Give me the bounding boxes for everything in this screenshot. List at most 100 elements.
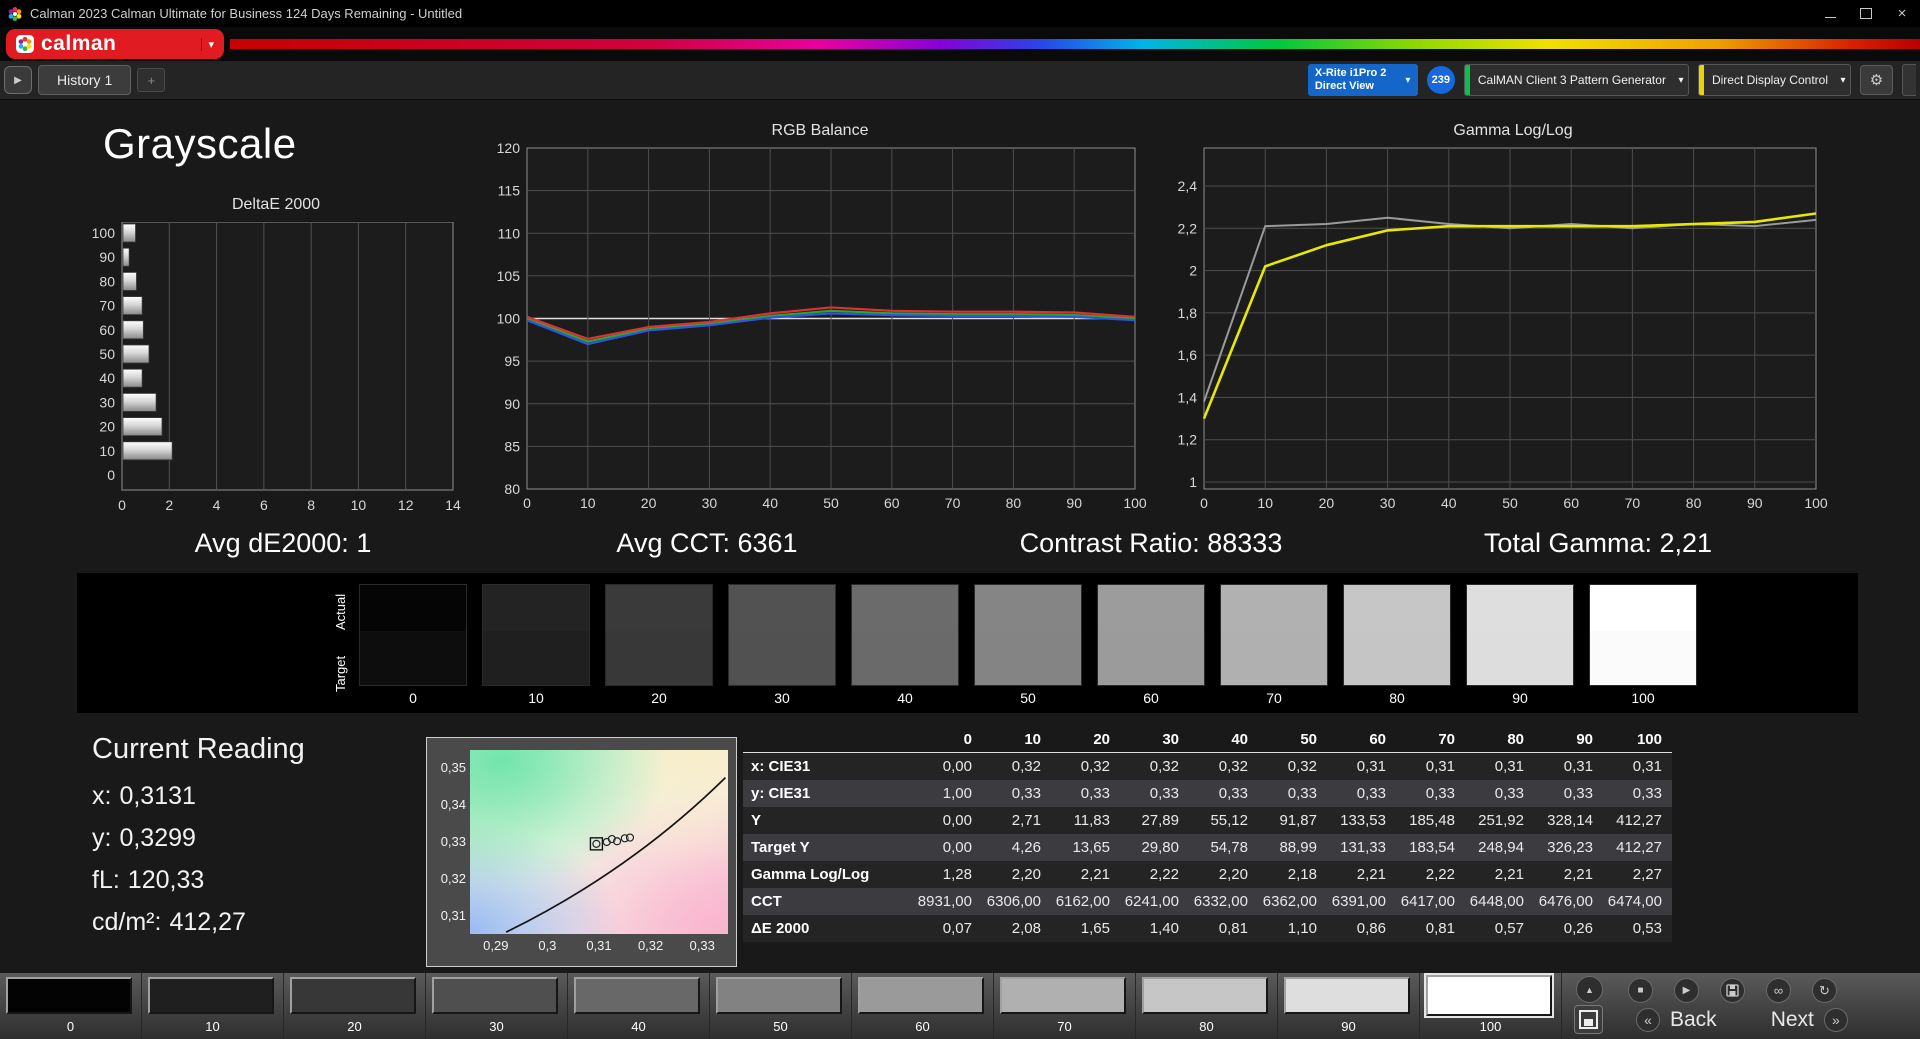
current-reading-title: Current Reading	[92, 733, 305, 765]
history-nav-button[interactable]: ▶	[4, 66, 32, 94]
calman-menu-button[interactable]: calman ▾	[6, 29, 224, 59]
gamma-chart-title: Gamma Log/Log	[1453, 122, 1573, 139]
test-patch-10[interactable]: 10	[142, 973, 284, 1039]
add-tab-button[interactable]: +	[137, 68, 166, 92]
svg-text:30: 30	[702, 495, 718, 511]
cie-x-tick: 0,29	[483, 938, 509, 953]
edge-panel-button[interactable]	[1902, 64, 1916, 96]
svg-text:40: 40	[99, 370, 115, 386]
test-patch-20[interactable]: 20	[284, 973, 426, 1039]
svg-text:0: 0	[107, 467, 115, 483]
cie-y-tick: 0,33	[440, 834, 466, 849]
svg-text:90: 90	[504, 396, 520, 412]
svg-text:40: 40	[762, 495, 778, 511]
patch-swatch	[148, 977, 274, 1014]
maximize-button[interactable]	[1848, 0, 1884, 27]
stop-button[interactable]: ■	[1628, 978, 1653, 1003]
patch-swatch	[290, 977, 416, 1014]
svg-text:90: 90	[1747, 495, 1763, 511]
cie-y-tick: 0,35	[440, 760, 466, 776]
collapse-panel-button[interactable]: ▲	[1576, 976, 1603, 1003]
link-button[interactable]: ∞	[1766, 978, 1791, 1003]
cie-points-overlay	[505, 776, 727, 933]
test-patch-100[interactable]: 100	[1420, 973, 1562, 1039]
patch-label: 30	[489, 1019, 504, 1034]
stat-avg-de2000: Avg dE2000: 1	[195, 528, 372, 559]
svg-text:1,2: 1,2	[1178, 432, 1198, 448]
tab-history-1[interactable]: History 1	[38, 65, 132, 95]
svg-text:110: 110	[498, 225, 521, 241]
grayscale-swatch-90	[1466, 584, 1574, 686]
test-patch-40[interactable]: 40	[568, 973, 710, 1039]
gear-icon: ⚙	[1869, 72, 1884, 89]
test-patch-80[interactable]: 80	[1136, 973, 1278, 1039]
grayscale-swatch-30	[728, 584, 836, 686]
svg-text:95: 95	[504, 353, 520, 369]
play-button[interactable]: ▶	[1674, 978, 1699, 1003]
svg-text:115: 115	[498, 183, 521, 199]
calman-flower-icon	[16, 35, 34, 53]
test-patch-30[interactable]: 30	[426, 973, 568, 1039]
refresh-icon: ↻	[1819, 982, 1830, 998]
patch-label: 80	[1199, 1019, 1214, 1034]
swatch-level-label: 20	[651, 690, 667, 706]
layout-toggle-button[interactable]	[1574, 1005, 1603, 1034]
cie-chromaticity-panel: 0,35 0,34 0,33 0,32 0,31 0,29 0,3 0,31 0,32 0,33	[426, 737, 737, 967]
table-row: Gamma Log/Log 1,28 2,20 2,21 2,22 2,20 2,18 2,2…	[743, 861, 1672, 888]
svg-text:100: 100	[1804, 495, 1828, 511]
next-button[interactable]: »	[1823, 1008, 1848, 1032]
svg-text:80: 80	[1006, 495, 1022, 511]
test-patch-90[interactable]: 90	[1278, 973, 1420, 1039]
meter-dropdown[interactable]: X-Rite i1Pro 2 Direct View ▾	[1307, 64, 1418, 96]
test-patch-0[interactable]: 0	[0, 973, 142, 1039]
cie-x-tick: 0,33	[689, 938, 715, 953]
title-bar: Calman 2023 Calman Ultimate for Business…	[0, 0, 1920, 27]
collapse-icon: ▲	[1585, 984, 1594, 995]
swatch-level-label: 0	[409, 690, 417, 706]
svg-text:50: 50	[1502, 495, 1518, 511]
chevron-down-icon: ▾	[201, 37, 214, 51]
swatch-level-label: 40	[897, 690, 913, 706]
minimize-button[interactable]	[1812, 0, 1848, 27]
display-control-dropdown[interactable]: Direct Display Control ▾	[1697, 64, 1851, 96]
calman-flower-icon	[8, 6, 22, 21]
svg-text:1,4: 1,4	[1178, 389, 1198, 405]
test-patch-50[interactable]: 50	[710, 973, 852, 1039]
test-patch-70[interactable]: 70	[994, 973, 1136, 1039]
rgb-balance-chart: 120115110105100959085800 10 20 30 40 50 60 70 80…	[497, 142, 1147, 511]
svg-text:120: 120	[497, 142, 521, 156]
stat-total-gamma: Total Gamma: 2,21	[1484, 528, 1712, 559]
back-button[interactable]: «	[1636, 1008, 1660, 1032]
grayscale-data-table: 0 10 20 30 40 50 60 70 80 90 100 x: CIE31 0,00 0,32 0,…	[743, 726, 1672, 942]
svg-text:0: 0	[523, 495, 531, 511]
back-label[interactable]: Back	[1670, 1008, 1717, 1032]
pattern-generator-dropdown[interactable]: CalMAN Client 3 Pattern Generator ▾	[1463, 64, 1689, 96]
svg-text:90: 90	[1066, 495, 1082, 511]
stat-label: Avg CCT:	[616, 528, 730, 558]
svg-text:1,6: 1,6	[1178, 347, 1198, 363]
save-icon	[1726, 984, 1739, 997]
grayscale-swatch-strip: Actual Target 0 10 20 30 40 50 60 70 80 90 100	[77, 573, 1858, 713]
patch-swatch	[858, 977, 984, 1014]
test-patch-60[interactable]: 60	[852, 973, 994, 1039]
play-icon: ▶	[1682, 985, 1691, 996]
brand-bar: calman ▾	[0, 27, 1920, 61]
save-button[interactable]	[1720, 978, 1745, 1003]
reading-fl: fL: 120,33	[92, 866, 205, 894]
settings-button[interactable]: ⚙	[1860, 65, 1893, 95]
close-button[interactable]: ×	[1884, 0, 1920, 27]
link-icon: ∞	[1773, 983, 1784, 998]
swatch-level-label: 50	[1020, 690, 1036, 706]
grayscale-swatch-100	[1589, 584, 1697, 686]
refresh-button[interactable]: ↻	[1812, 978, 1837, 1003]
next-label[interactable]: Next	[1771, 1008, 1814, 1032]
patch-label: 50	[773, 1019, 788, 1034]
calman-app-window: Calman 2023 Calman Ultimate for Business…	[0, 0, 1920, 1039]
deltae-bar-chart: 0 2 4 6 8 10 12 141009080706050403020100	[92, 222, 461, 513]
display-control-label: Direct Display Control	[1711, 73, 1828, 87]
stat-value: 6361	[737, 528, 798, 558]
table-row: ΔE 2000 0,07 2,08 1,65 1,40 0,81 1,10 0,86 0,81 0…	[743, 915, 1672, 942]
svg-text:80: 80	[1686, 495, 1702, 511]
play-icon: ▶	[14, 74, 22, 86]
svg-text:20: 20	[641, 495, 657, 511]
